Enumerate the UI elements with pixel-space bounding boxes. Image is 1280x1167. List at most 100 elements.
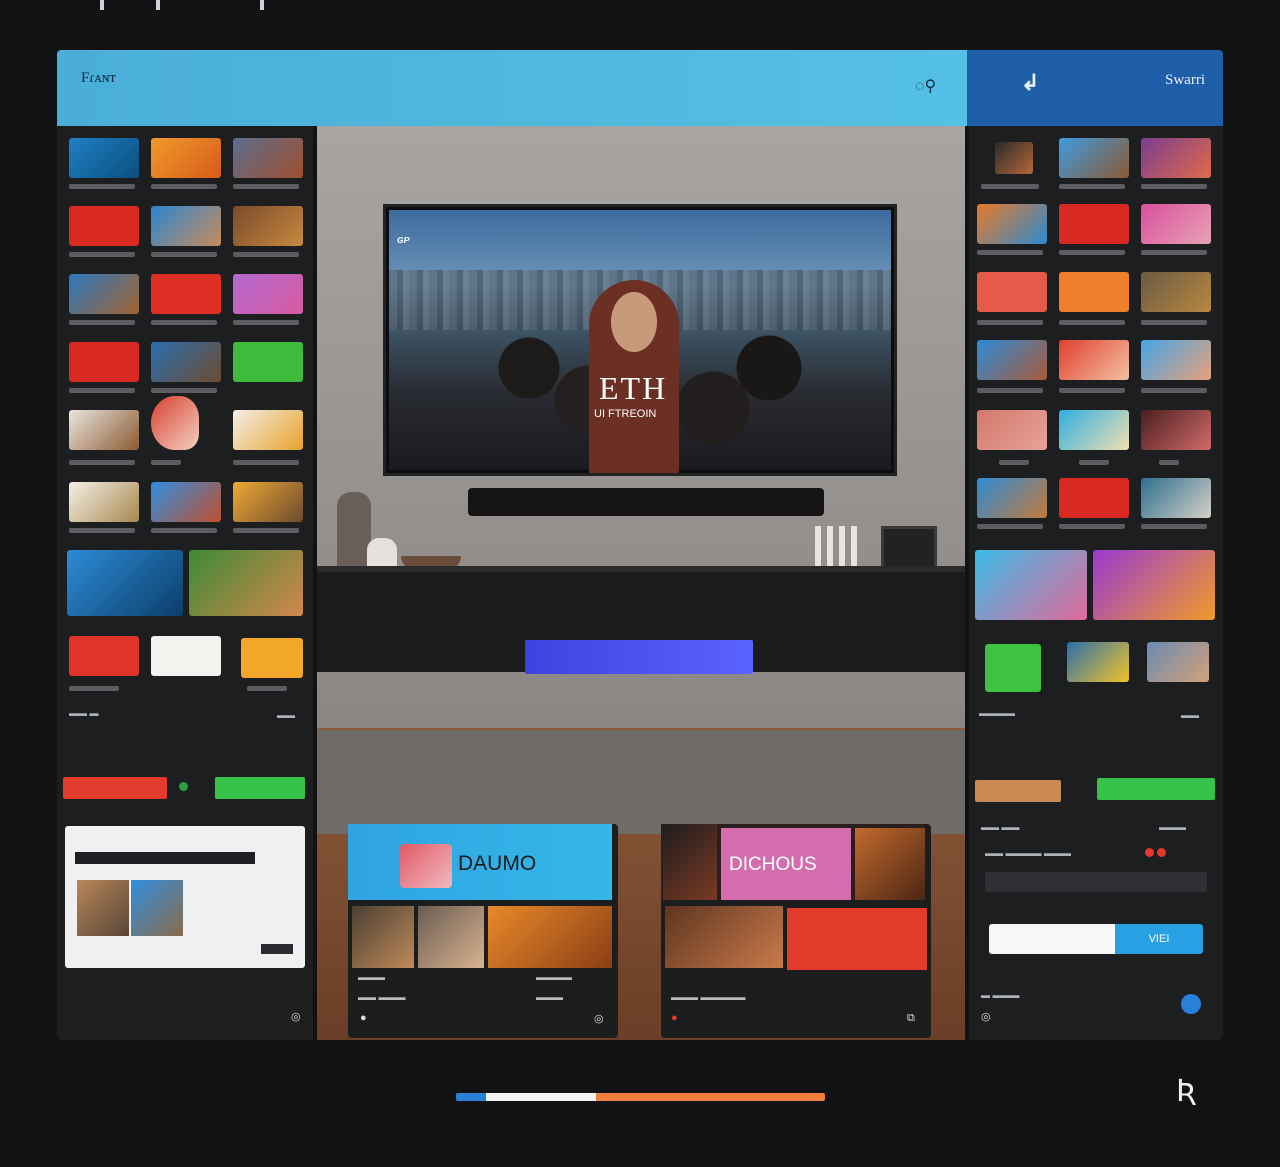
- thumbnail[interactable]: [1141, 478, 1211, 518]
- thumbnail[interactable]: [151, 396, 199, 450]
- thumbnail[interactable]: [977, 340, 1047, 380]
- thumbnail[interactable]: [151, 138, 221, 178]
- candles: [815, 526, 861, 570]
- record-icon[interactable]: ●: [671, 1012, 678, 1024]
- thumbnail[interactable]: [151, 482, 221, 522]
- thumbnail[interactable]: [995, 142, 1033, 174]
- thumbnail[interactable]: [1059, 478, 1129, 518]
- profile-icon[interactable]: [1181, 994, 1201, 1014]
- preview-thumb[interactable]: [77, 880, 129, 936]
- thumbnail[interactable]: [1059, 340, 1129, 380]
- soundbar: [468, 488, 824, 516]
- thumbnail[interactable]: [1067, 642, 1129, 682]
- thumbnail[interactable]: [151, 636, 221, 676]
- thumbnail[interactable]: [189, 550, 303, 616]
- thumbnail[interactable]: [975, 550, 1087, 620]
- featured-title: ETH: [599, 370, 668, 406]
- bike-icon[interactable]: ◌⚲: [915, 76, 936, 96]
- right-meta: ▬▬▬▬: [979, 708, 1015, 718]
- thumbnail[interactable]: [151, 342, 221, 382]
- right-meta-right: ▬▬: [1181, 710, 1199, 720]
- thumbnail[interactable]: [151, 206, 221, 246]
- preview-card[interactable]: [65, 826, 305, 968]
- thumbnail[interactable]: [1141, 138, 1211, 178]
- thumbnail[interactable]: [1141, 272, 1211, 312]
- right-thumbnail-panel: ▬▬▬▬ ▬▬ ▬▬ ▬▬ ▬▬▬ ▬▬ ▬▬▬▬ ▬▬▬ VIEI ▬ ▬▬▬…: [969, 126, 1223, 1040]
- settings-icon[interactable]: ◎: [594, 1012, 604, 1025]
- card-thumb[interactable]: [855, 828, 925, 900]
- thumbnail[interactable]: [69, 138, 139, 178]
- progress-bar[interactable]: [456, 1093, 825, 1101]
- content-card[interactable]: DICHOUS ▬▬▬ ▬▬▬▬▬ ● ⧉: [661, 824, 931, 1038]
- thumbnail[interactable]: [1059, 272, 1129, 312]
- cursor-icon: Ʀ: [1176, 1074, 1197, 1109]
- card-thumb[interactable]: [665, 906, 783, 968]
- thumbnail[interactable]: [1059, 138, 1129, 178]
- thumbnail[interactable]: [1141, 204, 1211, 244]
- right-footer: ▬ ▬▬▬: [981, 990, 1020, 1000]
- search-field[interactable]: [989, 924, 1115, 954]
- thumbnail[interactable]: [1059, 204, 1129, 244]
- card-thumb[interactable]: [400, 844, 452, 888]
- card-thumb[interactable]: DICHOUS: [721, 828, 851, 900]
- back-icon[interactable]: ↲: [1021, 70, 1039, 96]
- thumbnail[interactable]: [69, 206, 139, 246]
- status-dot: [179, 782, 188, 791]
- thumbnail[interactable]: [69, 482, 139, 522]
- thumbnail[interactable]: [233, 206, 303, 246]
- thumbnail[interactable]: [233, 342, 303, 382]
- console-light: [525, 640, 753, 674]
- thumbnail[interactable]: [1141, 340, 1211, 380]
- app-window: Fɾᴀɴᴛ ◌⚲ ↲ Swarri ▬▬ ▬ ▬▬ ◎ ɢᴘ ETH UI FT…: [57, 50, 1223, 1040]
- preview-thumb[interactable]: [131, 880, 183, 936]
- thumbnail[interactable]: [1147, 642, 1209, 682]
- list-label: ▬▬ ▬▬▬▬ ▬▬▬: [985, 848, 1072, 858]
- thumbnail[interactable]: [151, 274, 221, 314]
- settings-icon[interactable]: ◎: [981, 1010, 991, 1023]
- thumbnail[interactable]: [985, 644, 1041, 692]
- user-label[interactable]: Swarri: [1165, 72, 1205, 89]
- thumbnail[interactable]: [233, 410, 303, 450]
- chat-icon[interactable]: ●: [360, 1012, 367, 1024]
- user-header: ↲ Swarri: [967, 50, 1223, 126]
- thumbnail[interactable]: [241, 638, 303, 678]
- app-title: Fɾᴀɴᴛ: [81, 70, 116, 86]
- thumbnail[interactable]: [69, 274, 139, 314]
- thumbnail[interactable]: [69, 410, 139, 450]
- card-thumb[interactable]: [663, 824, 717, 900]
- top-marks: [100, 0, 280, 10]
- search-button[interactable]: VIEI: [1115, 924, 1203, 954]
- section-label: ▬▬ ▬▬: [981, 822, 1020, 832]
- thumbnail[interactable]: [67, 550, 183, 616]
- thumbnail[interactable]: [1093, 550, 1215, 620]
- status-dots: [1145, 848, 1167, 858]
- thumbnail[interactable]: [233, 138, 303, 178]
- thumbnail[interactable]: [233, 482, 303, 522]
- thumbnail[interactable]: [1141, 410, 1211, 450]
- right-action-button[interactable]: [1097, 778, 1215, 800]
- confirm-button[interactable]: [215, 777, 305, 799]
- card-thumb[interactable]: [352, 906, 414, 968]
- share-icon[interactable]: ⧉: [907, 1012, 915, 1025]
- content-card[interactable]: DAUMO ▬▬▬ ▬▬▬▬ ▬▬ ▬▬▬ ▬▬▬ ● ◎: [348, 824, 618, 1038]
- header-bar: Fɾᴀɴᴛ ◌⚲: [57, 50, 967, 126]
- left-action-button[interactable]: [975, 780, 1061, 802]
- red-dot-icon: [1145, 848, 1154, 857]
- text-field[interactable]: [985, 872, 1207, 892]
- thumbnail[interactable]: [977, 204, 1047, 244]
- thumbnail[interactable]: [977, 410, 1047, 450]
- card-thumb[interactable]: [488, 906, 612, 968]
- thumbnail[interactable]: [69, 636, 139, 676]
- thumbnail[interactable]: [1059, 410, 1129, 450]
- delete-button[interactable]: [63, 777, 167, 799]
- thumbnail[interactable]: [977, 272, 1047, 312]
- card-thumb[interactable]: [418, 906, 484, 968]
- settings-icon[interactable]: ◎: [291, 1010, 301, 1023]
- thumbnail[interactable]: [69, 342, 139, 382]
- thumbnail[interactable]: [233, 274, 303, 314]
- thumbnail[interactable]: [977, 478, 1047, 518]
- card-thumb[interactable]: [787, 908, 927, 970]
- featured-tv[interactable]: ɢᴘ ETH UI FTREOIN: [383, 204, 897, 476]
- section-label-right: ▬▬▬: [1159, 822, 1186, 832]
- left-meta: ▬▬ ▬: [69, 708, 99, 718]
